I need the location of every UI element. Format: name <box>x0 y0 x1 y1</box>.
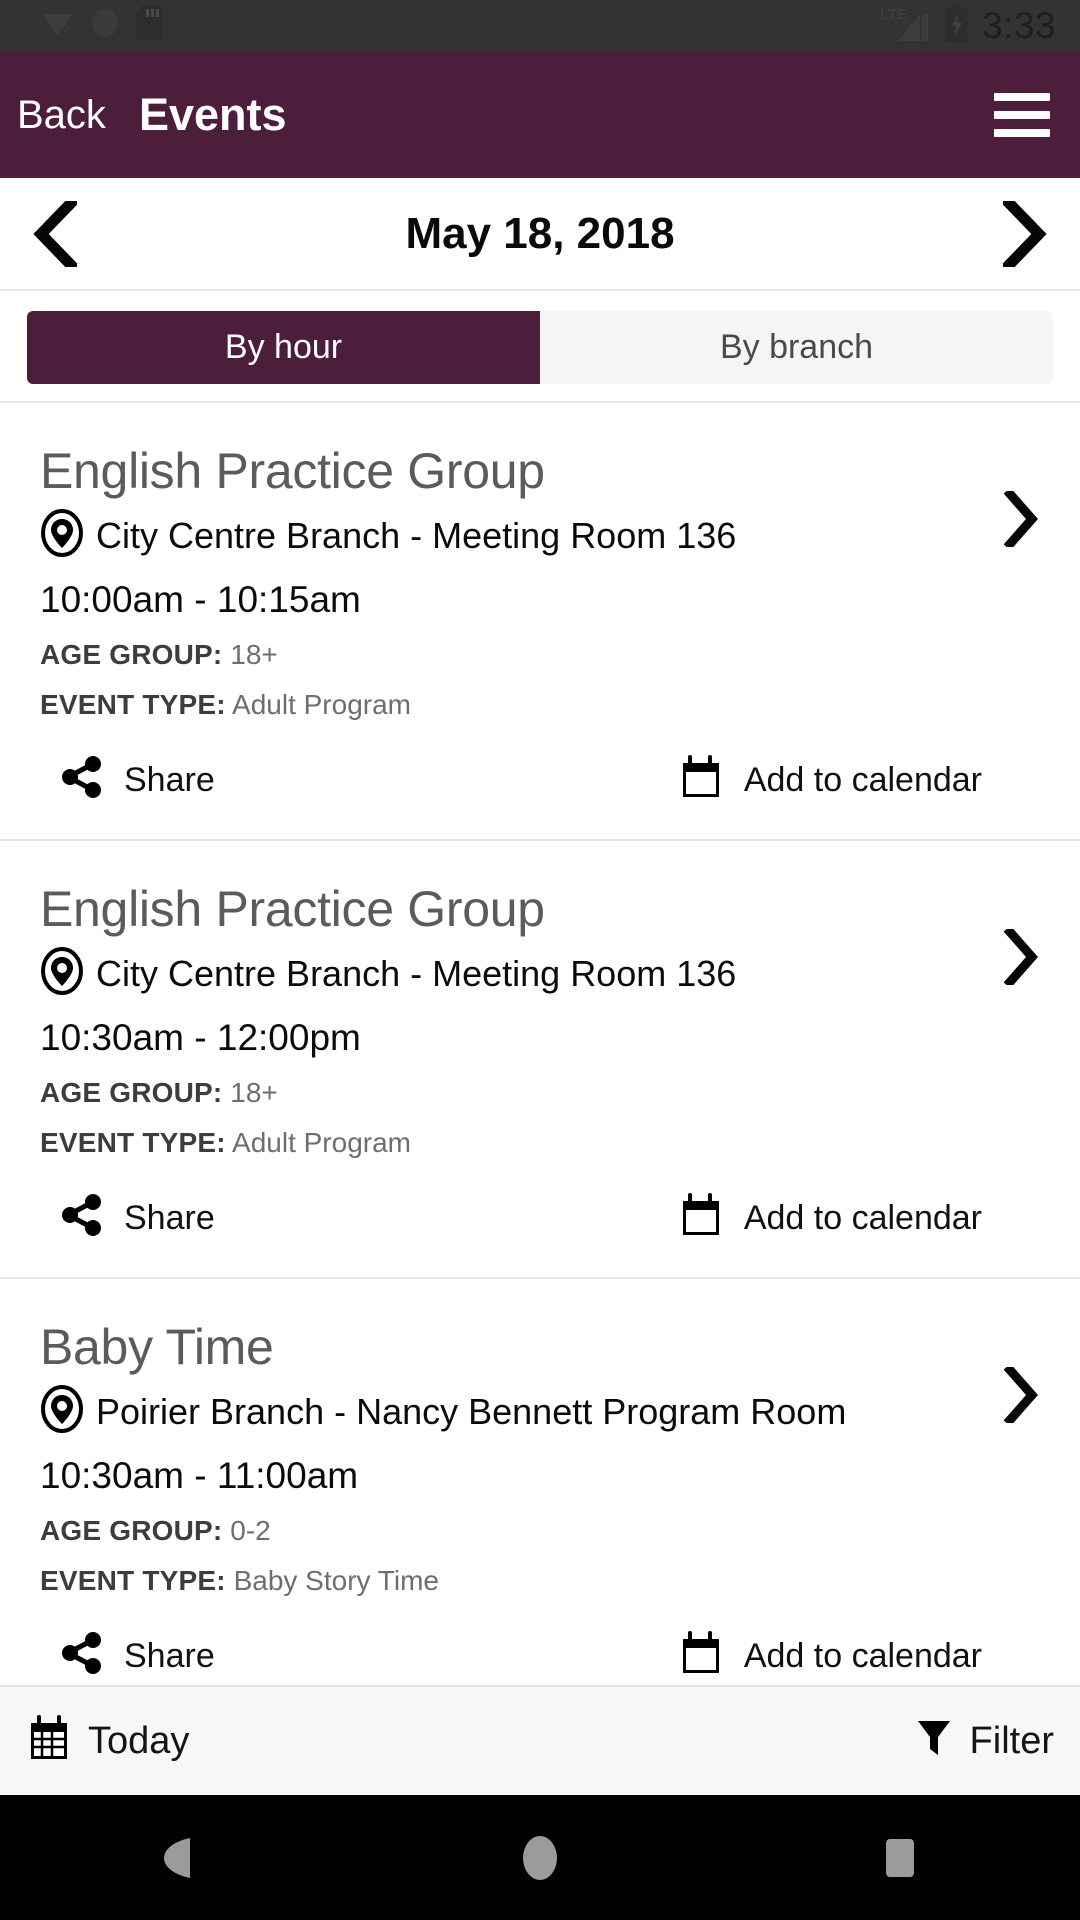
wifi-unknown-icon: ? <box>40 8 74 43</box>
event-time: 10:30am - 11:00am <box>40 1455 359 1497</box>
event-card[interactable]: Baby Time Poirier Branch - Nancy Bennett… <box>0 1279 1080 1685</box>
event-card[interactable]: English Practice Group City Centre Branc… <box>0 841 1080 1280</box>
status-bar-left-icons: ? <box>40 6 162 45</box>
location-pin-icon <box>40 509 84 562</box>
event-type: EVENT TYPE: Adult Program <box>40 689 1040 721</box>
sd-card-icon <box>136 6 162 45</box>
lte-label: LTE <box>880 6 907 23</box>
date-navigator: May 18, 2018 <box>0 178 1080 291</box>
circle-icon <box>90 7 120 44</box>
age-group-key: AGE GROUP: <box>40 638 223 670</box>
event-card[interactable]: English Practice Group City Centre Branc… <box>0 403 1080 842</box>
event-time: 10:30am - 12:00pm <box>40 1017 361 1059</box>
event-list[interactable]: English Practice Group City Centre Branc… <box>0 401 1080 1685</box>
bottom-toolbar: Today Filter <box>0 1685 1080 1795</box>
event-age-group: AGE GROUP: 0-2 <box>40 1515 1040 1547</box>
segmented-control: By hour By branch <box>27 310 1053 384</box>
event-detail-chevron-icon[interactable] <box>1003 925 1038 990</box>
calendar-label: Add to calendar <box>743 761 982 800</box>
chevron-right-icon[interactable] <box>970 200 1080 267</box>
event-time: 10:00am - 10:15am <box>40 579 361 620</box>
event-type-key: EVENT TYPE: <box>40 688 226 720</box>
event-location: City Centre Branch - Meeting Room 136 <box>96 514 737 556</box>
event-location-row: City Centre Branch - Meeting Room 136 <box>40 947 1040 1000</box>
event-detail-chevron-icon[interactable] <box>1003 487 1038 552</box>
location-pin-icon <box>40 947 84 1000</box>
event-age-group: AGE GROUP: 18+ <box>40 639 1040 671</box>
share-label: Share <box>124 761 215 800</box>
event-detail-chevron-icon[interactable] <box>1003 1363 1038 1428</box>
share-label: Share <box>124 1199 215 1238</box>
event-location: Poirier Branch - Nancy Bennett Program R… <box>96 1390 847 1432</box>
event-title: English Practice Group <box>40 443 545 499</box>
add-to-calendar-button[interactable]: Add to calendar <box>680 1631 982 1681</box>
calendar-icon <box>680 1631 722 1681</box>
event-location: City Centre Branch - Meeting Room 136 <box>96 952 737 994</box>
event-type-value: Adult Program <box>232 688 411 720</box>
calendar-label: Add to calendar <box>743 1199 982 1238</box>
event-location-row: Poirier Branch - Nancy Bennett Program R… <box>40 1385 1040 1438</box>
event-age-group: AGE GROUP: 18+ <box>40 1077 1040 1109</box>
status-bar-right-icons: LTE 3:33 <box>880 4 1056 47</box>
calendar-icon <box>680 755 722 805</box>
square-recents-icon[interactable] <box>720 1836 1080 1880</box>
today-button[interactable]: Today <box>28 1714 190 1768</box>
filter-button[interactable]: Filter <box>916 1717 1054 1766</box>
page-title: Events <box>138 89 287 140</box>
status-bar: ? LTE 3:33 <box>0 0 1080 51</box>
android-navigation-bar <box>0 1795 1080 1920</box>
calendar-icon <box>28 1714 70 1768</box>
event-type: EVENT TYPE: Adult Program <box>40 1127 1040 1159</box>
event-title: English Practice Group <box>40 881 545 938</box>
age-group-key: AGE GROUP: <box>40 1514 223 1546</box>
share-label: Share <box>124 1637 215 1676</box>
app-bar: Back Events <box>0 51 1080 178</box>
age-group-key: AGE GROUP: <box>40 1076 223 1108</box>
share-button[interactable]: Share <box>62 1632 215 1680</box>
event-type-value: Baby Story Time <box>233 1565 439 1596</box>
age-group-value: 18+ <box>230 638 278 670</box>
event-actions: Share Add to calendar <box>40 755 1040 839</box>
view-mode-tabs: By hour By branch <box>0 293 1080 401</box>
add-to-calendar-button[interactable]: Add to calendar <box>680 755 982 805</box>
age-group-value: 18+ <box>230 1076 278 1108</box>
share-icon <box>62 756 102 804</box>
share-button[interactable]: Share <box>62 756 215 804</box>
age-group-value: 0-2 <box>230 1514 271 1546</box>
tab-by-hour[interactable]: By hour <box>27 310 540 384</box>
back-button[interactable]: Back <box>17 95 106 135</box>
current-date-label: May 18, 2018 <box>405 208 675 258</box>
event-type-key: EVENT TYPE: <box>40 1126 226 1158</box>
event-type: EVENT TYPE: Baby Story Time <box>40 1565 1040 1597</box>
circle-home-icon[interactable] <box>360 1832 720 1884</box>
signal-icon: LTE <box>880 4 932 47</box>
funnel-icon <box>916 1717 952 1766</box>
svg-text:?: ? <box>60 21 69 38</box>
share-icon <box>62 1194 102 1242</box>
phone-screen: ? LTE 3:33 Back Events May 18, 2018 By h… <box>0 0 1080 1920</box>
chevron-left-icon[interactable] <box>0 200 110 267</box>
status-bar-clock: 3:33 <box>981 5 1056 46</box>
hamburger-menu-icon[interactable] <box>994 92 1050 137</box>
battery-charging-icon <box>944 4 970 47</box>
event-title: Baby Time <box>40 1319 274 1376</box>
calendar-label: Add to calendar <box>743 1637 982 1676</box>
location-pin-icon <box>40 1385 84 1438</box>
event-location-row: City Centre Branch - Meeting Room 136 <box>40 509 1040 562</box>
share-button[interactable]: Share <box>62 1194 215 1242</box>
today-label: Today <box>88 1720 190 1762</box>
share-icon <box>62 1632 102 1680</box>
event-type-value: Adult Program <box>232 1126 411 1158</box>
event-type-key: EVENT TYPE: <box>40 1565 226 1596</box>
filter-label: Filter <box>969 1720 1054 1762</box>
triangle-back-icon[interactable] <box>0 1836 360 1880</box>
add-to-calendar-button[interactable]: Add to calendar <box>680 1193 982 1243</box>
tab-by-branch[interactable]: By branch <box>540 310 1053 384</box>
calendar-icon <box>680 1193 722 1243</box>
event-actions: Share Add to calendar <box>40 1631 1040 1685</box>
event-actions: Share Add to calendar <box>40 1193 1040 1277</box>
